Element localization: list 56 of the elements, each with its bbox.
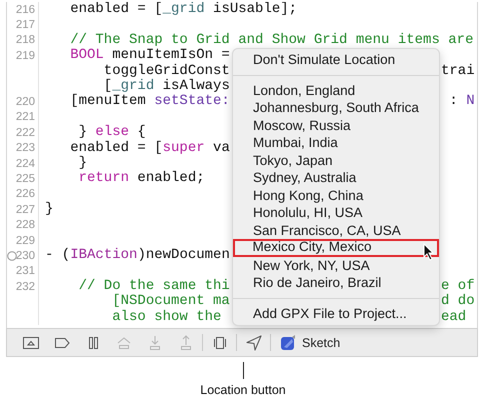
code-text: e of (441, 278, 475, 294)
code-text: BOOL menuItemIsOn = (69, 47, 230, 64)
menu-item[interactable]: Honolulu, HI, USA (233, 204, 439, 222)
code-text: - (IBAction)newDocumen (45, 247, 230, 264)
line-number: 227 (16, 202, 35, 217)
menu-item[interactable]: Hong Kong, China (233, 186, 439, 204)
line-number: 216 (16, 2, 35, 17)
menu-item[interactable]: Tokyo, Japan (233, 152, 439, 169)
line-number: 230 (16, 248, 35, 263)
code-text: return enabled; (78, 170, 205, 186)
line-number: 223 (16, 141, 35, 156)
line-number: 217 (16, 18, 35, 32)
code-text: toggleGridConst (102, 62, 230, 79)
line-number: 220 (16, 95, 35, 110)
menu-item[interactable]: Rio de Janeiro, Brazil (233, 274, 439, 292)
line-number: 221 (16, 110, 35, 124)
callout-label: Location button (200, 383, 286, 397)
code-text: // Do the same thi (78, 278, 230, 294)
line-number: 229 (16, 234, 35, 248)
app-icon (280, 334, 296, 350)
code-text: ead (441, 308, 466, 325)
line-number: 225 (16, 172, 35, 186)
line-number: 218 (16, 33, 35, 48)
menu-item[interactable]: Mumbai, India (233, 134, 439, 152)
code-text: // The Snap to Grid and Show Grid menu items are (69, 32, 474, 48)
code-text: d do (441, 293, 475, 310)
code-text: } else { (78, 124, 146, 140)
menu-item[interactable]: Johannesburg, South Africa (233, 99, 439, 116)
code-text: } (78, 154, 88, 171)
code-text: [menuItem setState: (69, 93, 230, 110)
line-number: 232 (16, 280, 35, 294)
leader-line (242, 362, 244, 379)
line-number: 224 (16, 156, 35, 171)
code-text: [NSDocument ma (111, 293, 230, 310)
menu-item[interactable]: San Francisco, CA, USA (233, 222, 439, 239)
scheme-button[interactable]: Sketch (272, 332, 344, 354)
line-number: 228 (16, 218, 35, 232)
menu-item[interactable]: New York, NY, USA (233, 256, 439, 274)
menu-item[interactable]: London, England (233, 82, 439, 99)
code-text: [_grid isAlways (104, 78, 230, 94)
cursor-icon (423, 243, 435, 261)
code-text: trai (441, 62, 475, 79)
code-text: enabled = [_grid isUsable]; (69, 2, 298, 17)
menu-item[interactable]: Add GPX File to Project... (233, 304, 439, 322)
menu-item[interactable]: Don't Simulate Location (233, 51, 439, 68)
line-number: 219 (16, 48, 35, 63)
code-text: enabled = [super va (69, 140, 230, 156)
line-number: 231 (16, 264, 35, 278)
location-arrow-icon (244, 334, 262, 352)
line-number: 222 (16, 126, 35, 140)
menu-item[interactable]: Sydney, Australia (233, 169, 439, 186)
code-text: : N (448, 93, 475, 110)
menu-item[interactable]: Moscow, Russia (233, 116, 439, 134)
line-number: 226 (16, 187, 35, 202)
code-text: also show the (111, 308, 222, 325)
code-text: } (45, 201, 54, 218)
